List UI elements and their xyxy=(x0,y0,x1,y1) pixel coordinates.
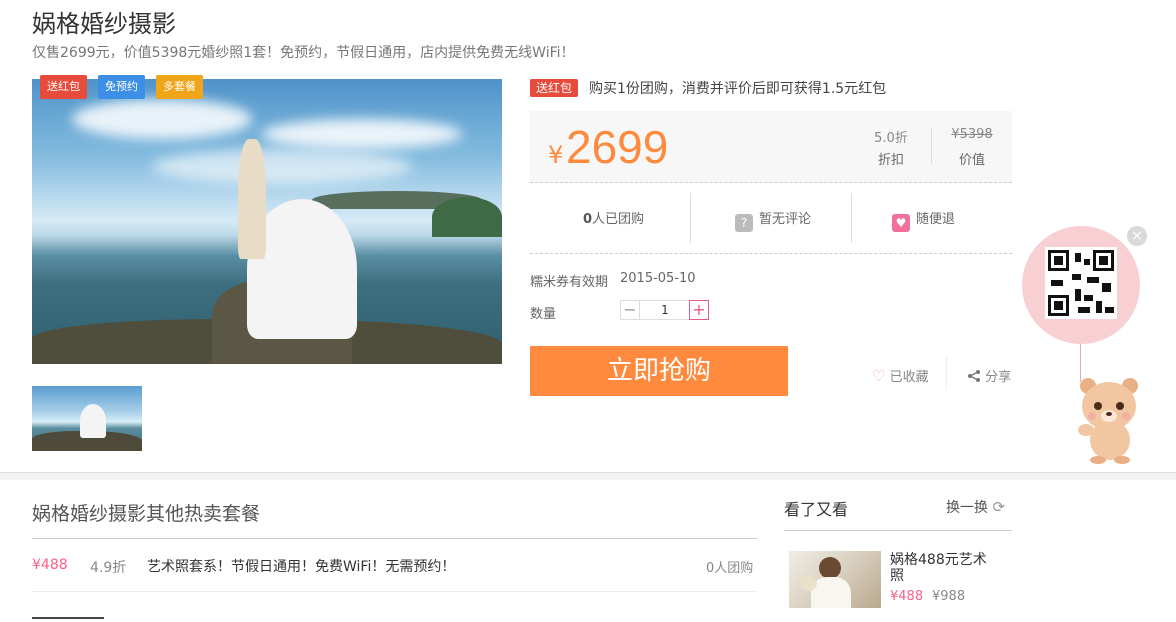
quantity-label: 数量 xyxy=(530,307,557,322)
qr-code xyxy=(1045,247,1117,319)
main-product-image[interactable] xyxy=(32,79,502,364)
gallery-thumbnail[interactable] xyxy=(32,386,142,451)
buy-now-button[interactable]: 立即抢购 xyxy=(530,346,788,396)
page-subtitle: 仅售2699元，价值5398元婚纱照1套！免预约，节假日通用，店内提供免费无线W… xyxy=(32,45,575,61)
reviews-link[interactable]: ? 暂无评论 xyxy=(735,208,811,232)
original-price: ¥5398 xyxy=(951,127,993,142)
action-divider xyxy=(946,356,947,390)
close-icon[interactable]: × xyxy=(1127,226,1147,246)
review-icon: ? xyxy=(735,214,753,232)
also-viewed-title: 看了又看 xyxy=(784,500,849,519)
red-packet-text: 购买1份团购，消费并评价后即可获得1.5元红包 xyxy=(589,81,887,97)
quantity-input[interactable]: 1 xyxy=(640,300,690,320)
swap-button[interactable]: 换一换 ⟳ xyxy=(946,497,1005,517)
quantity-plus-button[interactable]: + xyxy=(689,300,709,320)
also-viewed-thumbnail[interactable] xyxy=(789,551,881,608)
badge-red-packet: 送红包 xyxy=(40,75,87,99)
bear-mascot-icon xyxy=(1078,378,1138,464)
section-divider xyxy=(0,472,1176,480)
also-viewed-item-name[interactable]: 娲格488元艺术照 xyxy=(890,552,1000,584)
package-description-link[interactable]: 艺术照套系！节假日通用！免费WiFi！无需预约！ xyxy=(147,556,455,576)
deal-stats: 0人已团购 ? 暂无评论 ♥ 随便退 xyxy=(530,183,1012,254)
package-discount: 4.9折 xyxy=(90,560,127,576)
package-price: ¥488 xyxy=(32,557,68,573)
red-packet-tag: 送红包 xyxy=(530,79,579,97)
discount-value: 5.0折 xyxy=(874,131,908,146)
discount-label: 折扣 xyxy=(877,153,904,168)
validity-date: 2015-05-10 xyxy=(620,271,696,286)
price-divider xyxy=(931,128,932,164)
page-title: 娲格婚纱摄影 xyxy=(32,10,176,38)
refund-info: ♥ 随便退 xyxy=(892,208,955,232)
other-packages-title: 娲格婚纱摄影其他热卖套餐 xyxy=(32,503,261,525)
also-viewed-item-price: ¥488 xyxy=(890,589,924,604)
refund-shield-icon: ♥ xyxy=(892,214,910,232)
share-button[interactable]: 分享 xyxy=(967,366,1011,385)
next-section-heading-stub xyxy=(32,617,104,622)
package-sold: 0人团购 xyxy=(706,561,754,576)
current-price: 2699 xyxy=(566,121,669,173)
share-icon xyxy=(968,370,980,382)
validity-label: 糯米券有效期 xyxy=(530,275,609,290)
also-viewed-underline xyxy=(784,530,1012,531)
row-divider xyxy=(32,591,757,592)
original-price-label: 价值 xyxy=(958,153,985,168)
badge-no-reservation: 免预约 xyxy=(98,75,145,99)
quantity-minus-button[interactable]: − xyxy=(620,300,640,320)
section-underline xyxy=(32,538,757,539)
favorite-button[interactable]: ♡ 已收藏 xyxy=(872,366,929,385)
sold-count: 0人已团购 xyxy=(583,212,645,227)
heart-icon: ♡ xyxy=(872,367,886,385)
currency-symbol: ¥ xyxy=(548,141,564,169)
also-viewed-item-original: ¥988 xyxy=(932,589,966,604)
badge-multi-package: 多套餐 xyxy=(156,75,203,99)
refresh-icon: ⟳ xyxy=(992,498,1006,516)
